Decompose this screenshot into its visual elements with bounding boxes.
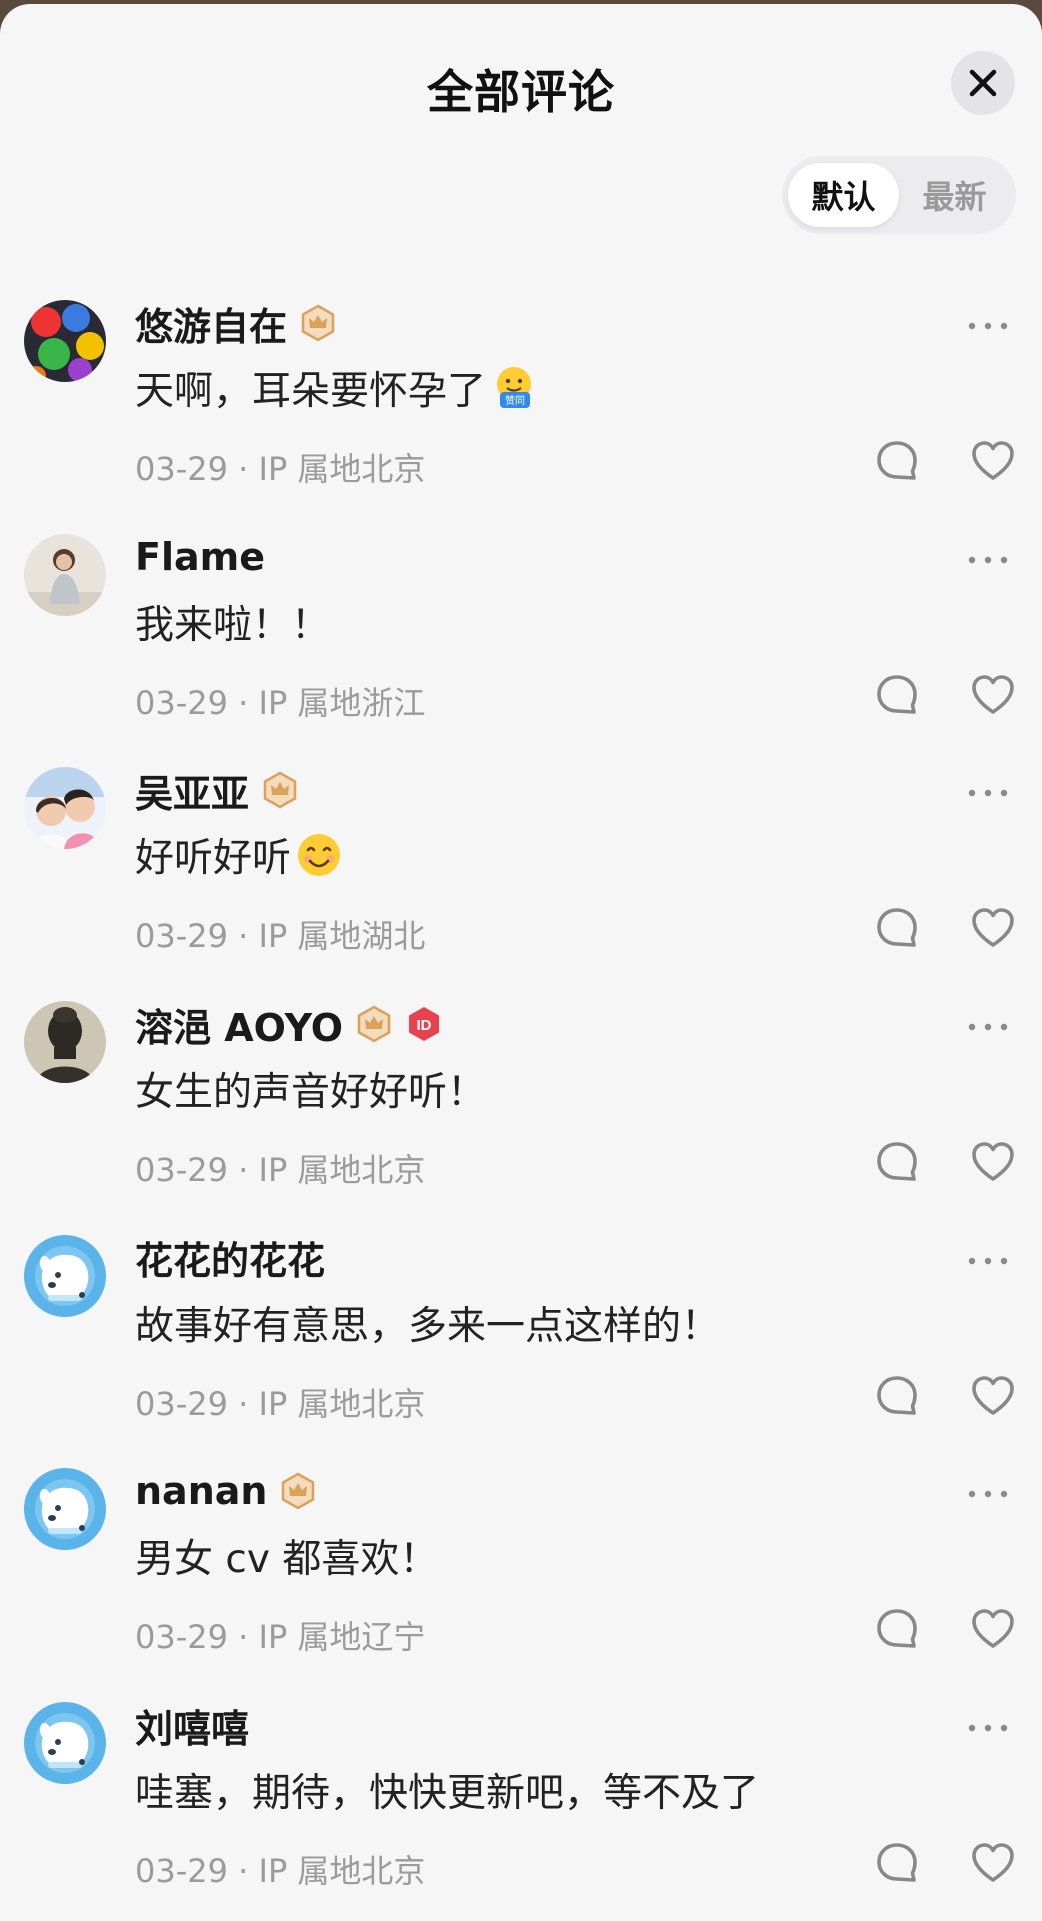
- reply-icon[interactable]: [874, 438, 920, 484]
- more-options-icon[interactable]: [966, 1718, 1010, 1738]
- buddha-statue-avatar: [24, 1001, 106, 1084]
- comment-meta: 03-29 · IP 属地浙江: [135, 683, 426, 722]
- comment-body: 我来啦！！: [135, 602, 331, 648]
- commenter-avatar[interactable]: [24, 1702, 106, 1785]
- comment-text: 好听好听: [135, 827, 343, 883]
- crown-badge-icon: [301, 304, 335, 342]
- default-dog-avatar: [24, 1234, 106, 1317]
- smile-emoji: [298, 834, 341, 877]
- commenter-name[interactable]: 花花的花花: [135, 1230, 325, 1285]
- comment-item: 花花的花花 故事好有意思，多来一点这样的！ 03-29 · IP 属地北京: [0, 1229, 1042, 1463]
- default-dog-avatar: [24, 1702, 106, 1785]
- svg-text:ID: ID: [417, 1017, 432, 1034]
- reply-icon[interactable]: [874, 1373, 920, 1419]
- more-options-icon[interactable]: [966, 783, 1010, 803]
- like-heart-icon[interactable]: [970, 672, 1016, 718]
- commenter-name[interactable]: 悠游自在: [135, 296, 287, 351]
- commenter-name[interactable]: 吴亚亚: [135, 763, 249, 818]
- comment-meta: 03-29 · IP 属地北京: [135, 1852, 426, 1891]
- close-button[interactable]: [951, 51, 1015, 115]
- commenter-name[interactable]: 刘嘻嘻: [135, 1698, 249, 1753]
- comment-item: Flame 我来啦！！ 03-29 · IP 属地浙江: [0, 528, 1042, 762]
- commenter-name[interactable]: 溶浥 AOYO: [135, 997, 343, 1052]
- like-heart-icon[interactable]: [970, 1139, 1016, 1185]
- page-title: 全部评论: [427, 65, 615, 119]
- name-row: 花花的花花: [135, 1233, 325, 1283]
- more-options-icon[interactable]: [966, 550, 1010, 570]
- crown-badge-icon: [357, 1005, 391, 1043]
- commenter-avatar[interactable]: [24, 1234, 106, 1317]
- like-heart-icon[interactable]: [970, 1840, 1016, 1886]
- commenter-avatar[interactable]: [24, 1001, 106, 1084]
- like-heart-icon[interactable]: [970, 905, 1016, 951]
- comment-body: 故事好有意思，多来一点这样的！: [135, 1303, 721, 1349]
- like-heart-icon[interactable]: [970, 1373, 1016, 1419]
- sort-latest-button[interactable]: 最新: [899, 163, 1010, 227]
- commenter-avatar[interactable]: [24, 767, 106, 850]
- commenter-avatar[interactable]: [24, 300, 106, 382]
- comment-meta: 03-29 · IP 属地辽宁: [135, 1618, 426, 1657]
- comment-body: 好听好听: [135, 836, 292, 882]
- comment-meta: 03-29 · IP 属地北京: [135, 1384, 426, 1423]
- svg-text:赞同: 赞同: [505, 394, 525, 407]
- comment-item: 溶浥 AOYO ID 女生的声音好好听！ 03-29 · IP 属地北京: [0, 995, 1042, 1229]
- sort-default-button[interactable]: 默认: [788, 163, 899, 227]
- comment-item: 吴亚亚 好听好听 03-29 · IP 属地湖北: [0, 761, 1042, 995]
- comment-body: 天啊，耳朵要怀孕了: [135, 369, 487, 414]
- default-dog-avatar: [24, 1468, 106, 1551]
- name-row: 刘嘻嘻: [135, 1698, 249, 1753]
- sort-toggle: 默认 最新: [782, 156, 1016, 234]
- comment-list: 悠游自在 天啊，耳朵要怀孕了 赞同 03-29 · IP 属地北京 Flame …: [0, 294, 1042, 1921]
- ip-badge-icon: ID: [409, 1007, 440, 1042]
- name-row: 吴亚亚: [135, 763, 299, 818]
- comment-text: 哇塞，期待，快快更新吧，等不及了: [135, 1762, 759, 1818]
- comment-meta: 03-29 · IP 属地北京: [135, 1151, 426, 1190]
- comment-text: 男女 cv 都喜欢！: [135, 1528, 438, 1584]
- comment-item: 刘嘻嘻 哇塞，期待，快快更新吧，等不及了 03-29 · IP 属地北京: [0, 1696, 1042, 1921]
- comment-text: 女生的声音好好听！: [135, 1061, 486, 1117]
- reply-icon[interactable]: [874, 1840, 920, 1886]
- more-options-icon[interactable]: [966, 1251, 1010, 1271]
- reply-icon[interactable]: [874, 905, 920, 951]
- woman-photo-avatar: [24, 533, 106, 616]
- more-options-icon[interactable]: [966, 1484, 1010, 1504]
- name-row: Flame: [135, 532, 265, 582]
- comment-body: 哇塞，期待，快快更新吧，等不及了: [135, 1771, 760, 1817]
- comment-text: 我来啦！！: [135, 594, 330, 650]
- sheet-header: 全部评论: [0, 4, 1042, 169]
- thumbs-agree-emoji: 赞同: [497, 367, 532, 408]
- commenter-name[interactable]: nanan: [135, 1469, 267, 1513]
- crown-badge-icon: [282, 1473, 315, 1510]
- more-options-icon[interactable]: [966, 1017, 1010, 1037]
- comment-body: 女生的声音好好听！: [135, 1070, 487, 1116]
- like-heart-icon[interactable]: [970, 438, 1016, 484]
- name-row: 悠游自在: [135, 296, 337, 351]
- kids-photo-avatar: [24, 767, 106, 850]
- reply-icon[interactable]: [874, 1139, 920, 1185]
- crown-badge-icon: [263, 771, 297, 809]
- comment-item: nanan 男女 cv 都喜欢！ 03-29 · IP 属地辽宁: [0, 1462, 1042, 1696]
- commenter-name[interactable]: Flame: [135, 535, 265, 579]
- name-row: nanan: [135, 1466, 317, 1516]
- comment-text: 天啊，耳朵要怀孕了 赞同: [135, 360, 538, 416]
- comment-meta: 03-29 · IP 属地北京: [135, 450, 426, 488]
- like-heart-icon[interactable]: [970, 1606, 1016, 1652]
- comment-meta: 03-29 · IP 属地湖北: [135, 917, 426, 956]
- name-row: 溶浥 AOYO ID: [135, 997, 443, 1052]
- comment-item: 悠游自在 天啊，耳朵要怀孕了 赞同 03-29 · IP 属地北京: [0, 294, 1042, 528]
- commenter-avatar[interactable]: [24, 533, 106, 616]
- comment-body: 男女 cv 都喜欢！: [135, 1537, 439, 1583]
- reply-icon[interactable]: [874, 1606, 920, 1652]
- more-options-icon[interactable]: [966, 316, 1010, 336]
- reply-icon[interactable]: [874, 672, 920, 718]
- commenter-avatar[interactable]: [24, 1468, 106, 1551]
- close-icon: [969, 69, 997, 97]
- colorful-clocks-avatar: [24, 300, 106, 382]
- comment-text: 故事好有意思，多来一点这样的！: [135, 1295, 720, 1351]
- comments-sheet: 全部评论 默认 最新 悠游自在 天啊，耳朵要怀孕了 赞同 03-29 · IP …: [0, 4, 1042, 1921]
